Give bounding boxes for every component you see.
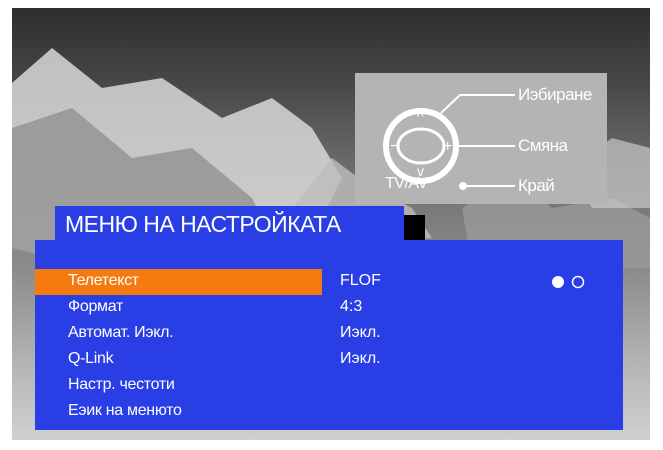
menu-title: МЕНЮ НА НАСТРОЙКАТА [55, 206, 404, 243]
menu-item-label: Формат [68, 298, 124, 315]
menu-item-q-link[interactable]: Q-Link Иэкл. [35, 347, 622, 373]
menu-item-menu-language[interactable]: Еэик на менюто [35, 399, 622, 425]
tv-av-label: TV/AV [385, 175, 428, 192]
exit-label: Край [518, 176, 555, 195]
menu-item-value: Иэкл. [340, 350, 381, 367]
svg-text:−: − [390, 138, 399, 155]
svg-text:+: + [443, 138, 452, 155]
menu-item-label: Еэик на менюто [68, 402, 182, 419]
change-label: Смяна [518, 136, 568, 155]
menu-item-teletext[interactable]: Телетекст FLOF [35, 269, 622, 295]
remote-help-panel: ^ v − + Иэбиране Смяна TV/AV Край [355, 73, 607, 204]
menu-item-format[interactable]: Формат 4:3 [35, 295, 622, 321]
menu-item-value: 4:3 [340, 298, 363, 315]
select-label: Иэбиране [518, 85, 592, 104]
menu-item-value: FLOF [340, 272, 381, 289]
menu-item-label: Автомат. Иэкл. [68, 324, 174, 341]
page-indicator-icon [552, 275, 585, 289]
menu-item-auto-off[interactable]: Автомат. Иэкл. Иэкл. [35, 321, 622, 347]
menu-item-label: Настр. честоти [68, 376, 175, 393]
menu-item-frequency-setup[interactable]: Настр. честоти [35, 373, 622, 399]
setup-menu-panel: Телетекст FLOF Формат 4:3 Автомат. Иэкл.… [35, 240, 623, 430]
menu-item-label: Телетекст [68, 272, 139, 289]
svg-text:^: ^ [417, 108, 424, 124]
menu-item-value: Иэкл. [340, 324, 381, 341]
menu-item-label: Q-Link [68, 350, 114, 367]
